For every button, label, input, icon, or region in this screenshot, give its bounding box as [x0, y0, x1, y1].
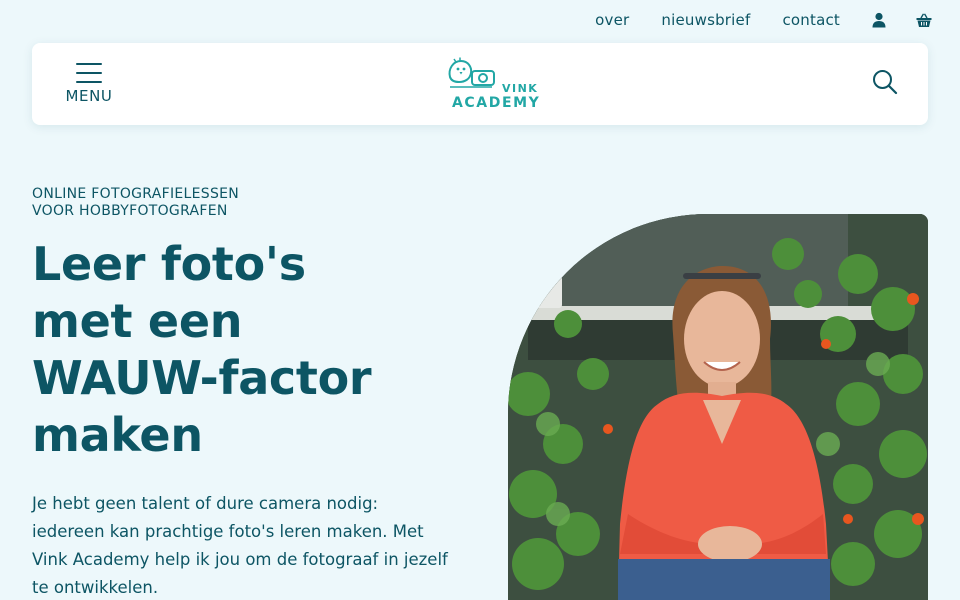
- nav-link-over[interactable]: over: [595, 11, 629, 29]
- headline-line: met een: [32, 294, 243, 348]
- headline-line: maken: [32, 408, 203, 462]
- top-utility-nav: over nieuwsbrief contact: [0, 0, 960, 40]
- logo-text-vink: VINK: [502, 82, 539, 95]
- menu-label: MENU: [65, 87, 113, 105]
- headline-line: Leer foto's: [32, 237, 306, 291]
- user-icon[interactable]: [872, 12, 886, 28]
- intro-line: Je hebt geen talent of dure camera nodig…: [32, 494, 379, 513]
- menu-button[interactable]: MENU: [64, 61, 114, 111]
- search-button[interactable]: [872, 69, 898, 99]
- hero-kicker: ONLINE FOTOGRAFIELESSEN VOOR HOBBYFOTOGR…: [32, 186, 239, 220]
- hero-headline: Leer foto's met een WAUW-factor maken: [32, 236, 452, 464]
- basket-icon[interactable]: [916, 12, 932, 28]
- hamburger-icon: [76, 63, 102, 90]
- headline-line: WAUW-factor: [32, 351, 372, 405]
- nav-link-contact[interactable]: contact: [782, 11, 840, 29]
- nav-link-nieuwsbrief[interactable]: nieuwsbrief: [661, 11, 750, 29]
- hero-photo: [508, 214, 928, 600]
- kicker-line: VOOR HOBBYFOTOGRAFEN: [32, 203, 228, 219]
- main-header: MENU VINK ACADEMY: [32, 43, 928, 125]
- kicker-line: ONLINE FOTOGRAFIELESSEN: [32, 186, 240, 202]
- intro-line: te ontwikkelen.: [32, 578, 159, 597]
- logo-text-academy: ACADEMY: [452, 95, 541, 111]
- hero-intro-text: Je hebt geen talent of dure camera nodig…: [32, 490, 462, 600]
- intro-line: Vink Academy help ik jou om de fotograaf…: [32, 550, 448, 569]
- intro-line: iedereen kan prachtige foto's leren make…: [32, 522, 424, 541]
- search-icon: [873, 70, 898, 95]
- vink-academy-logo[interactable]: VINK ACADEMY: [444, 57, 544, 113]
